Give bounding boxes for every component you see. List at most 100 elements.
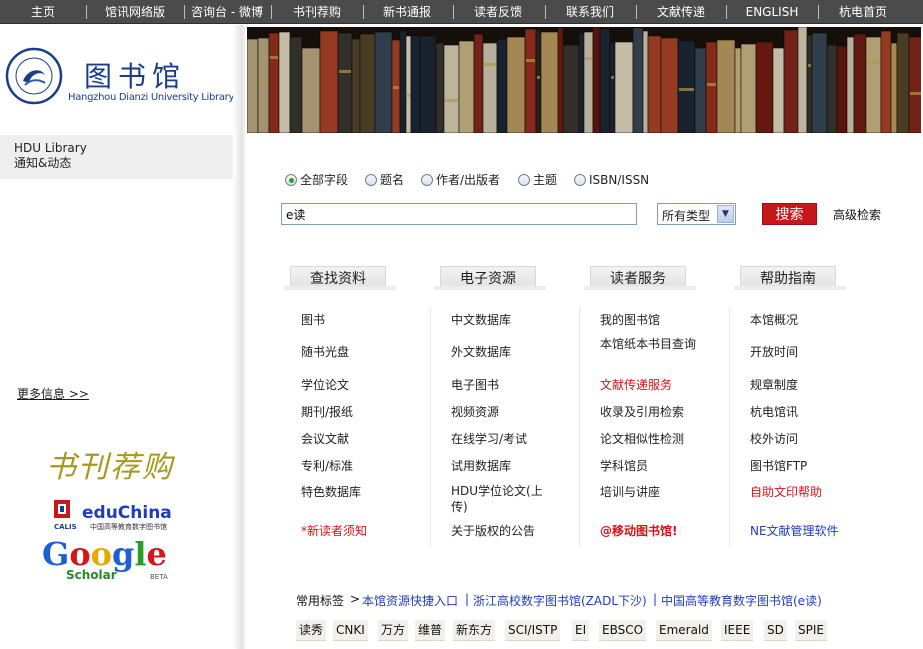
category-link[interactable]: 试用数据库 (451, 458, 555, 474)
educhina-desc: 中国高等教育数字图书馆 (90, 522, 167, 531)
more-info-link[interactable]: 更多信息 >> (17, 385, 89, 402)
database-tag[interactable]: Emerald (656, 620, 712, 641)
radio-icon (365, 174, 377, 186)
common-tags-label: 常用标签 (296, 594, 345, 608)
category-link[interactable]: 培训与讲座 (600, 484, 704, 500)
university-seal-icon (5, 47, 63, 105)
radio-label: 题名 (380, 173, 405, 187)
nav-document-delivery[interactable]: 文献传递 (640, 0, 722, 24)
category-link[interactable]: 开放时间 (750, 344, 854, 360)
category-link[interactable]: HDU学位论文(上传) (451, 483, 555, 515)
notice-title-en: HDU Library (14, 141, 87, 155)
database-tag[interactable]: EI (572, 620, 590, 641)
search-input[interactable] (281, 203, 637, 225)
type-select-value: 所有类型 (662, 209, 711, 223)
category-link[interactable]: 特色数据库 (301, 484, 405, 500)
search-panel: 全部字段 题名 作者/出版者 主题 ISBN/ISSN 所有类型 ▼ 搜索 高级… (247, 160, 921, 240)
library-subtitle: Hangzhou Dianzi University Library (68, 92, 235, 103)
category-link[interactable]: 杭电馆讯 (750, 404, 854, 420)
category-link[interactable]: 随书光盘 (301, 344, 405, 360)
category-link[interactable]: 我的图书馆 (600, 312, 704, 328)
category-link[interactable]: 校外访问 (750, 431, 854, 447)
database-tag[interactable]: SCI/ISTP (505, 620, 561, 641)
nav-book-recommend[interactable]: 书刊荐购 (276, 0, 358, 24)
nav-help-desk-weibo[interactable]: 咨询台 - 微博 (186, 0, 268, 24)
database-tag[interactable]: SD (764, 620, 787, 641)
database-tag[interactable]: CNKI (333, 620, 368, 641)
database-tag[interactable]: 万方 (378, 620, 409, 641)
notice-panel[interactable]: HDU Library 通知&动态 (0, 135, 233, 179)
category-link[interactable]: NE文献管理软件 (750, 523, 854, 539)
book-recommend-banner[interactable]: 书刊荐购 (46, 442, 174, 486)
category-link[interactable]: 电子图书 (451, 377, 555, 393)
nav-news-online[interactable]: 馆讯网络版 (94, 0, 176, 24)
type-select[interactable]: 所有类型 ▼ (657, 203, 736, 225)
category-link[interactable]: 学位论文 (301, 377, 405, 393)
category-link[interactable]: 本馆纸本书目查询 (600, 336, 704, 352)
database-tag[interactable]: IEEE (721, 620, 754, 641)
radio-subject[interactable]: 主题 (518, 172, 557, 188)
category-link[interactable]: 专利/标准 (301, 458, 405, 474)
nav-separator (818, 5, 819, 19)
top-navigation: 主页 馆讯网络版 咨询台 - 微博 书刊荐购 新书通报 读者反馈 联系我们 文献… (0, 0, 923, 24)
category-link[interactable]: 规章制度 (750, 377, 854, 393)
category-link[interactable]: 论文相似性检测 (600, 431, 704, 447)
calis-text: CALIS (54, 523, 77, 531)
nav-separator (271, 5, 272, 19)
quick-link-resources[interactable]: 本馆资源快捷入口 (362, 592, 458, 609)
search-button[interactable]: 搜索 (762, 203, 817, 225)
category-link[interactable]: 收录及引用检索 (600, 404, 704, 420)
radio-title[interactable]: 题名 (365, 172, 404, 188)
radio-all-fields[interactable]: 全部字段 (285, 172, 348, 188)
radio-checked-icon (285, 174, 297, 186)
educhina-calis-logo[interactable]: CALIS eduChina 中国高等教育数字图书馆 (52, 496, 184, 532)
quick-link-edu-reader[interactable]: 中国高等教育数字图书馆(e读) (661, 592, 822, 609)
chevron-down-icon[interactable]: ▼ (717, 205, 734, 223)
database-tag[interactable]: SPIE (795, 620, 827, 641)
radio-label: 主题 (533, 173, 558, 187)
nav-separator (363, 5, 364, 19)
nav-home[interactable]: 主页 (10, 0, 76, 24)
nav-contact[interactable]: 联系我们 (549, 0, 631, 24)
category-link[interactable]: 关于版权的公告 (451, 523, 555, 539)
category-link[interactable]: @移动图书馆! (600, 523, 704, 539)
category-link[interactable]: 图书 (301, 312, 405, 328)
scholar-text: Scholar (66, 568, 117, 582)
bookshelf-banner-image (247, 27, 921, 133)
google-scholar-logo[interactable]: Google Scholar BETA (40, 535, 184, 587)
category-link[interactable]: *新读者须知 (301, 523, 405, 539)
column-divider (430, 308, 431, 546)
nav-separator (545, 5, 546, 19)
database-tag[interactable]: EBSCO (599, 620, 647, 641)
category-link[interactable]: 在线学习/考试 (451, 431, 555, 447)
nav-hdu-home[interactable]: 杭电首页 (822, 0, 904, 24)
radio-icon (518, 174, 530, 186)
left-sidebar: 图书馆 Hangzhou Dianzi University Library H… (0, 25, 241, 649)
category-link[interactable]: 学科馆员 (600, 458, 704, 474)
nav-separator (636, 5, 637, 19)
educhina-brand: eduChina (82, 503, 172, 523)
category-link[interactable]: 本馆概况 (750, 312, 854, 328)
database-tag[interactable]: 新东方 (453, 620, 496, 641)
quick-link-zadl[interactable]: 浙江高校数字图书馆(ZADL下沙) (473, 592, 647, 609)
category-link[interactable]: 外文数据库 (451, 344, 555, 360)
tab-underline (284, 286, 396, 290)
category-link[interactable]: 会议文献 (301, 431, 405, 447)
database-tag[interactable]: 维普 (415, 620, 446, 641)
nav-english[interactable]: ENGLISH (731, 0, 813, 24)
nav-new-books[interactable]: 新书通报 (366, 0, 448, 24)
database-tag[interactable]: 读秀 (296, 620, 327, 641)
radio-author-publisher[interactable]: 作者/出版者 (421, 172, 500, 188)
category-link[interactable]: 文献传递服务 (600, 377, 704, 393)
nav-feedback[interactable]: 读者反馈 (457, 0, 539, 24)
tab-underline (434, 286, 546, 290)
tab-underline (734, 286, 846, 290)
category-link[interactable]: 视频资源 (451, 404, 555, 420)
category-link[interactable]: 期刊/报纸 (301, 404, 405, 420)
category-link[interactable]: 自助文印帮助 (750, 484, 854, 500)
radio-label: ISBN/ISSN (589, 173, 650, 187)
radio-isbn-issn[interactable]: ISBN/ISSN (574, 172, 649, 188)
category-link[interactable]: 图书馆FTP (750, 458, 854, 474)
advanced-search-link[interactable]: 高级检索 (833, 206, 881, 223)
category-link[interactable]: 中文数据库 (451, 312, 555, 328)
